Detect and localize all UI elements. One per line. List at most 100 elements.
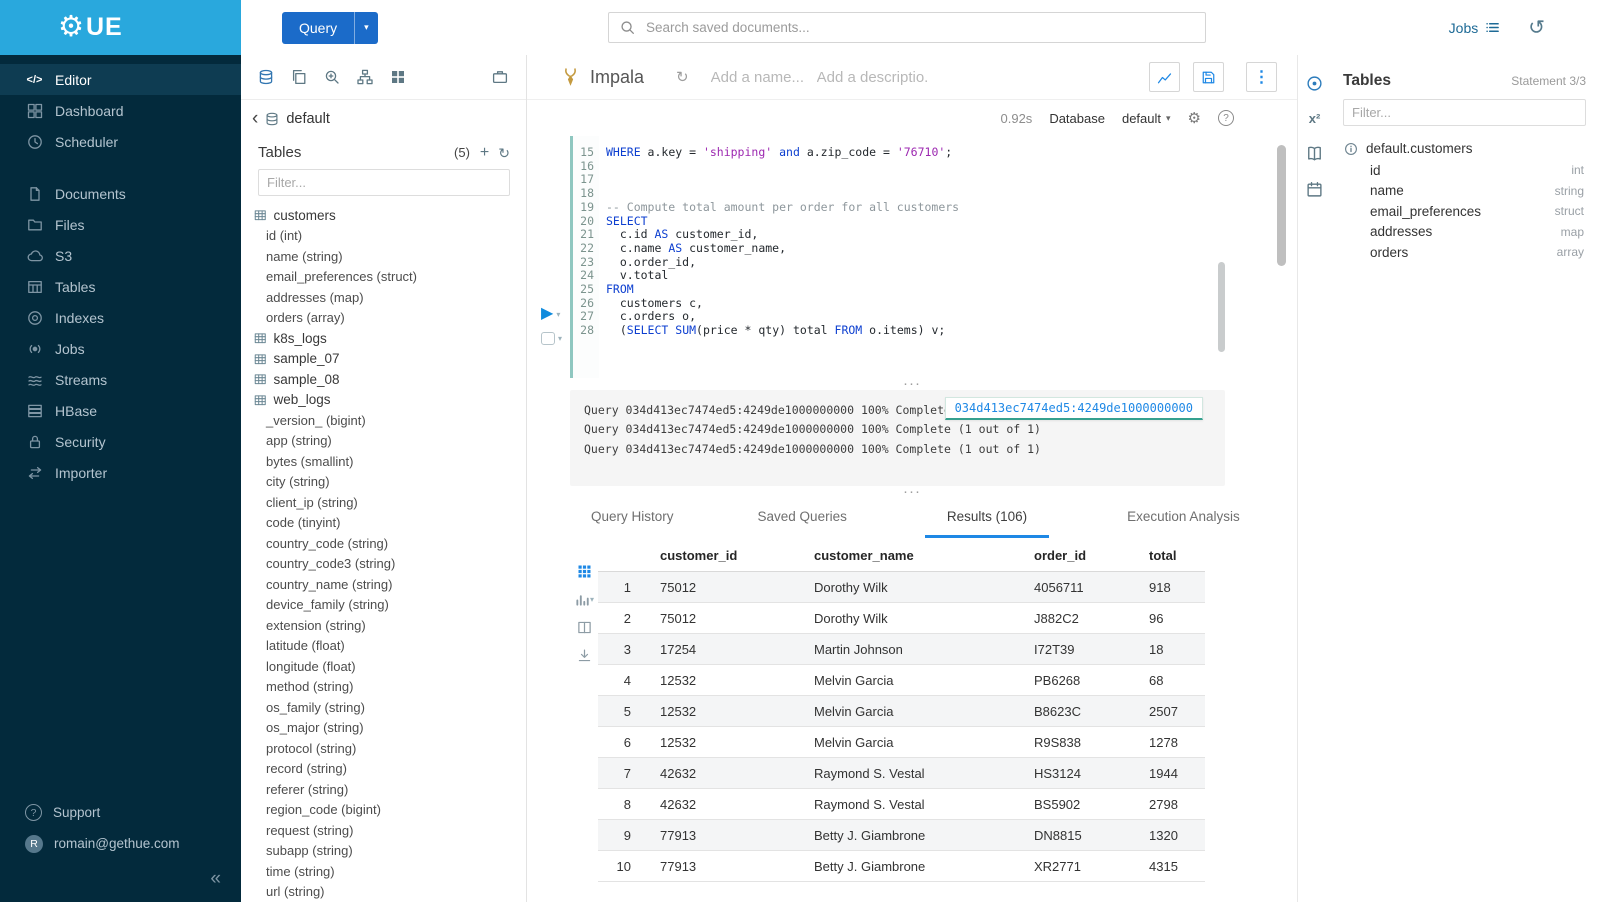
results-chart-icon[interactable]: ▾ (575, 592, 594, 607)
sidebar-item-indexes[interactable]: Indexes (0, 302, 241, 333)
resize-handle-top[interactable] (527, 378, 1297, 389)
table-row[interactable]: 275012Dorothy WilkJ882C296 (598, 603, 1205, 634)
results-download-icon[interactable] (577, 648, 592, 663)
execute-options-caret[interactable]: ▾ (556, 310, 560, 319)
query-name-input[interactable] (709, 68, 809, 87)
table-row[interactable]: 412532Melvin GarciaPB626868 (598, 665, 1205, 696)
models-icon[interactable] (357, 69, 373, 85)
tab-query-history[interactable]: Query History (585, 497, 680, 538)
table-item-customers[interactable]: customers (241, 205, 526, 226)
tab-results-106[interactable]: Results (106) (925, 497, 1049, 538)
sidebar-item-security[interactable]: Security (0, 426, 241, 457)
table-item-sample-08[interactable]: sample_08 (241, 369, 526, 390)
results-columns-icon[interactable] (577, 620, 592, 635)
column-item[interactable]: method (string) (241, 677, 526, 698)
column-item[interactable]: protocol (string) (241, 738, 526, 759)
editor-scrollbar[interactable] (1218, 262, 1225, 352)
column-item-id[interactable]: idint (1331, 160, 1601, 181)
breadcrumb-database[interactable]: default (286, 111, 330, 127)
tab-execution-analysis[interactable]: Execution Analysis (1121, 497, 1246, 538)
statement-options-button[interactable] (541, 332, 555, 345)
databases-icon[interactable] (258, 69, 274, 85)
column-item-email-preferences[interactable]: email_preferencesstruct (1331, 201, 1601, 222)
table-filter-input[interactable] (258, 169, 510, 196)
session-refresh-icon[interactable]: ↻ (676, 70, 689, 85)
table-row[interactable]: 842632Raymond S. VestalBS59022798 (598, 789, 1205, 820)
results-grid-icon[interactable] (577, 564, 592, 579)
column-item-addresses[interactable]: addressesmap (1331, 222, 1601, 243)
query-id-badge[interactable]: 034d413ec7474ed5:4249de1000000000 (945, 397, 1203, 420)
sidebar-item-s3[interactable]: S3 (0, 240, 241, 271)
sidebar-item-scheduler[interactable]: Scheduler (0, 126, 241, 157)
add-table-icon[interactable]: + (480, 145, 489, 161)
sidebar-item-streams[interactable]: Streams (0, 364, 241, 395)
column-item[interactable]: request (string) (241, 820, 526, 841)
column-item[interactable]: os_major (string) (241, 718, 526, 739)
column-item[interactable]: id (int) (241, 226, 526, 247)
sidebar-item-support[interactable]: Support (0, 797, 241, 828)
history-icon[interactable]: ↺ (1528, 18, 1545, 38)
jobs-link[interactable]: Jobs (1449, 20, 1501, 36)
documents-icon[interactable] (291, 69, 307, 85)
column-item-name[interactable]: namestring (1331, 181, 1601, 202)
table-row[interactable]: 317254Martin JohnsonI72T3918 (598, 634, 1205, 665)
right-panel-filter-input[interactable] (1343, 99, 1586, 126)
table-item-k8s-logs[interactable]: k8s_logs (241, 328, 526, 349)
column-item[interactable]: os_family (string) (241, 697, 526, 718)
sidebar-item-editor[interactable]: </>Editor (0, 64, 241, 95)
save-button[interactable] (1193, 62, 1224, 92)
column-item[interactable]: _version_ (bigint) (241, 410, 526, 431)
table-row[interactable]: 1077913Betty J. GiambroneXR27714315 (598, 851, 1205, 882)
column-item-orders[interactable]: ordersarray (1331, 242, 1601, 263)
table-row[interactable]: 612532Melvin GarciaR9S8381278 (598, 727, 1205, 758)
query-description-input[interactable] (815, 68, 929, 87)
column-header-total[interactable]: total (1135, 543, 1205, 572)
collapse-sidebar-icon[interactable]: « (210, 869, 221, 888)
column-item[interactable]: app (string) (241, 431, 526, 452)
column-item[interactable]: name (string) (241, 246, 526, 267)
column-item[interactable]: time (string) (241, 861, 526, 882)
column-item[interactable]: device_family (string) (241, 595, 526, 616)
editor-assistant-icon[interactable] (1306, 75, 1323, 92)
column-header-customer-name[interactable]: customer_name (800, 543, 1020, 572)
page-scrollbar[interactable] (1277, 145, 1286, 266)
sidebar-item-importer[interactable]: Importer (0, 457, 241, 488)
column-item[interactable]: region_code (bigint) (241, 800, 526, 821)
apps-icon[interactable] (390, 69, 406, 85)
active-table-entry[interactable]: default.customers (1331, 130, 1601, 160)
hue-logo[interactable]: ⚙ UE (0, 0, 241, 55)
language-reference-icon[interactable] (1306, 145, 1323, 162)
new-query-button[interactable]: Query ▾ (282, 12, 378, 44)
column-item[interactable]: addresses (map) (241, 287, 526, 308)
column-item[interactable]: country_name (string) (241, 574, 526, 595)
sidebar-item-dashboard[interactable]: Dashboard (0, 95, 241, 126)
back-chevron-icon[interactable]: ‹ (252, 109, 258, 128)
table-item-web-logs[interactable]: web_logs (241, 390, 526, 411)
workload-icon[interactable] (492, 69, 508, 85)
column-header-order-id[interactable]: order_id (1020, 543, 1135, 572)
table-row[interactable]: 742632Raymond S. VestalHS31241944 (598, 758, 1205, 789)
database-select[interactable]: default ▾ (1122, 111, 1171, 126)
refresh-tables-icon[interactable]: ↻ (498, 146, 510, 160)
column-item[interactable]: country_code3 (string) (241, 554, 526, 575)
schedule-icon[interactable] (1306, 181, 1323, 198)
column-item[interactable]: email_preferences (struct) (241, 267, 526, 288)
sidebar-item-tables[interactable]: Tables (0, 271, 241, 302)
sidebar-item-hbase[interactable]: HBase (0, 395, 241, 426)
more-actions-button[interactable]: ⋮ (1246, 62, 1277, 92)
table-row[interactable]: 977913Betty J. GiambroneDN88151320 (598, 820, 1205, 851)
column-item[interactable]: record (string) (241, 759, 526, 780)
settings-gear-icon[interactable]: ⚙ (1188, 111, 1201, 126)
column-header-customer-id[interactable]: customer_id (646, 543, 800, 572)
table-item-sample-07[interactable]: sample_07 (241, 349, 526, 370)
functions-icon[interactable]: x² (1309, 111, 1321, 126)
column-item[interactable]: country_code (string) (241, 533, 526, 554)
code-editor[interactable]: WHERE a.key = 'shipping' and a.zip_code … (599, 136, 1297, 378)
search-plus-icon[interactable] (324, 69, 340, 85)
query-dropdown-caret[interactable]: ▾ (354, 12, 378, 44)
column-item[interactable]: url (string) (241, 882, 526, 902)
tab-saved-queries[interactable]: Saved Queries (752, 497, 853, 538)
column-item[interactable]: extension (string) (241, 615, 526, 636)
sidebar-item-files[interactable]: Files (0, 209, 241, 240)
column-item[interactable]: subapp (string) (241, 841, 526, 862)
